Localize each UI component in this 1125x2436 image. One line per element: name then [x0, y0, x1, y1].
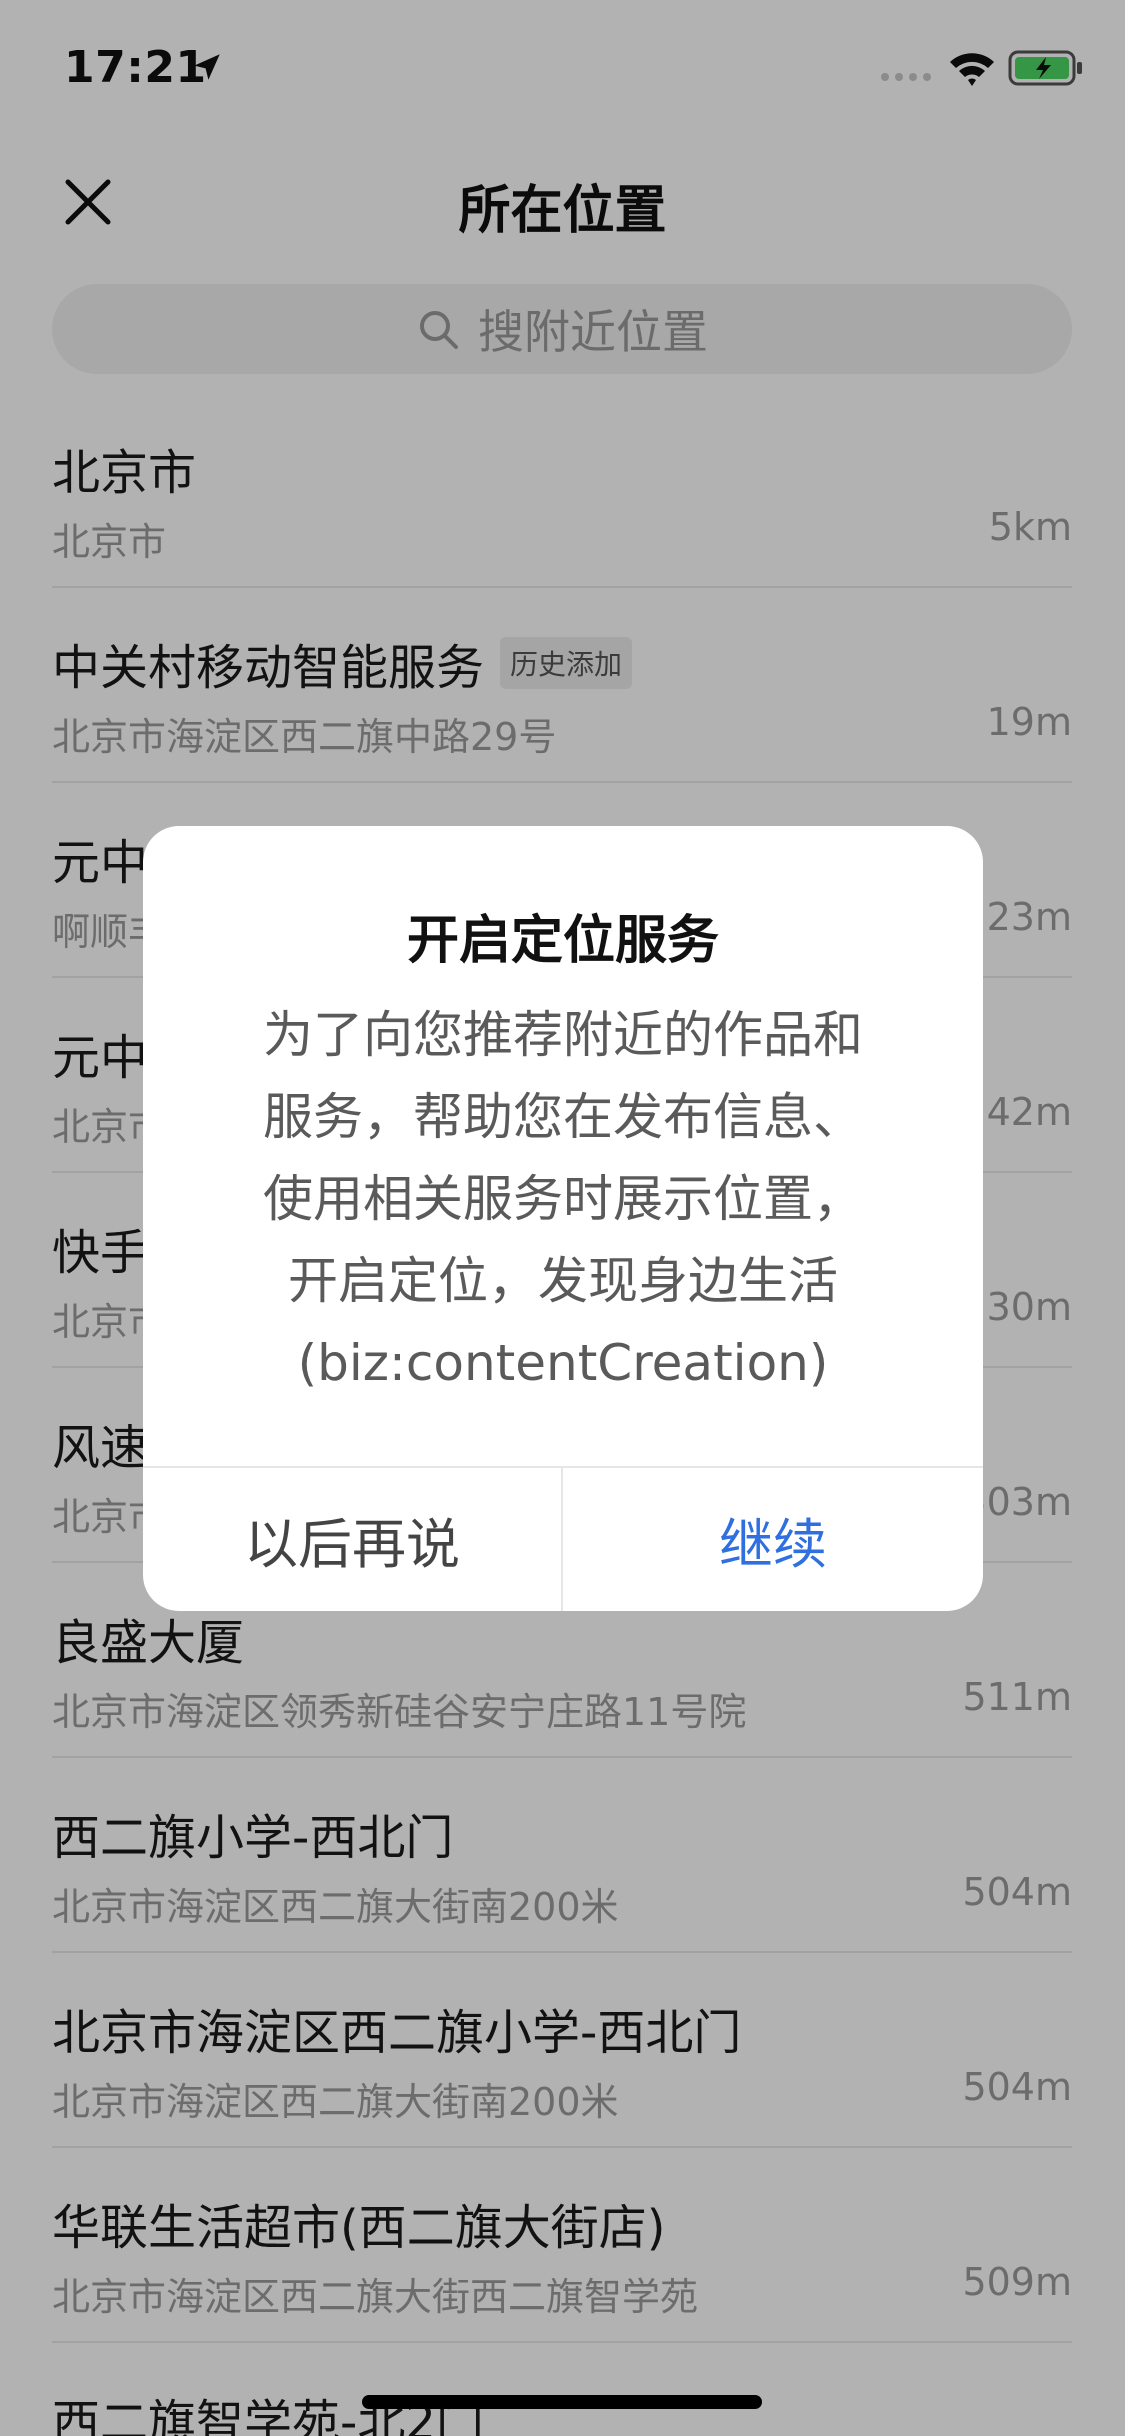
dialog-message-line: 开启定位，发现身边生活: [288, 1252, 838, 1310]
dialog-message-line: 为了向您推荐附近的作品和: [263, 1006, 863, 1064]
screen: 17:21 所在位置 搜附近位置 北京市 北京市 5km 中关村移动智能服务 历…: [0, 0, 1125, 2436]
dialog-message: 为了向您推荐附近的作品和 服务，帮助您在发布信息、 使用相关服务时展示位置， 开…: [203, 994, 923, 1404]
dialog-message-line: 使用相关服务时展示位置，: [263, 1170, 863, 1228]
dialog-title: 开启定位服务: [406, 911, 719, 971]
home-indicator: [362, 2395, 762, 2409]
dialog-message-line: (biz:contentCreation): [297, 1334, 829, 1392]
continue-button[interactable]: 继续: [563, 1468, 983, 1611]
dialog-message-line: 服务，帮助您在发布信息、: [263, 1088, 863, 1146]
later-button[interactable]: 以后再说: [143, 1468, 561, 1611]
location-permission-dialog: 开启定位服务 为了向您推荐附近的作品和 服务，帮助您在发布信息、 使用相关服务时…: [143, 826, 983, 1611]
